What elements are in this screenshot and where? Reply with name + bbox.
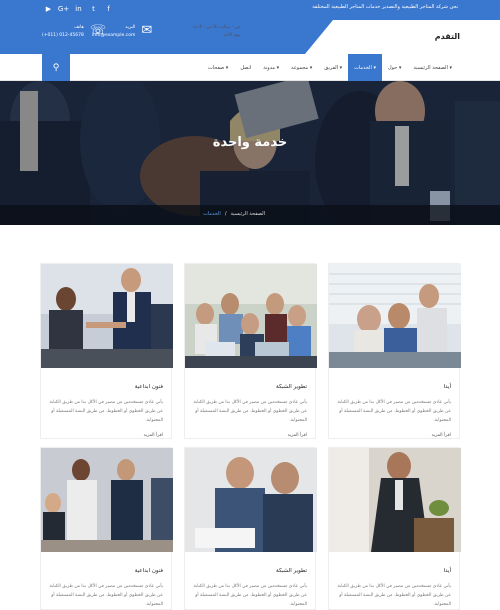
facebook-icon[interactable]: f xyxy=(104,4,113,13)
nav-item-about[interactable]: حول ▾ xyxy=(382,54,407,81)
service-title[interactable]: فنون ابداعية xyxy=(49,384,163,390)
service-image xyxy=(329,448,461,552)
service-card[interactable]: تطوير الشبكة يأتي عادي مستخدمين من مصير … xyxy=(184,263,317,439)
service-title[interactable]: فنون ابداعية xyxy=(49,568,163,574)
hero-photo xyxy=(0,81,500,225)
service-description: يأتي عادي مستخدمين من مصير في الأكل بدا … xyxy=(49,400,163,423)
social-links: ▶ G+ in t f xyxy=(44,4,113,13)
nav-item-services[interactable]: الخدمات ▾ xyxy=(348,54,382,81)
breadcrumb-separator: / xyxy=(224,211,227,217)
youtube-icon[interactable]: ▶ xyxy=(44,4,53,13)
nav-item-contact[interactable]: اتصل xyxy=(234,54,257,81)
breadcrumb: الصفحة الرئيسية / الخدمات xyxy=(203,211,265,217)
service-title[interactable]: تطوير الشبكة xyxy=(193,384,307,390)
search-icon: ⚲ xyxy=(52,62,60,73)
breadcrumb-home[interactable]: الصفحة الرئيسية xyxy=(231,211,266,217)
service-card[interactable]: فنون ابداعية يأتي عادي مستخدمين من مصير … xyxy=(40,263,173,439)
site-logo[interactable]: التقدم xyxy=(435,32,460,41)
contact-email: البريد info@example.com ✉ xyxy=(92,24,152,40)
google-plus-icon[interactable]: G+ xyxy=(58,4,69,13)
service-description: يأتي عادي مستخدمين من مصير في الأكل بدا … xyxy=(193,584,307,607)
contact-title: هاتف xyxy=(74,25,84,30)
page-title: خدمة واحدة xyxy=(212,135,288,150)
contact-value: (+011) 012-45678 xyxy=(42,33,84,38)
twitter-icon[interactable]: t xyxy=(89,4,98,13)
service-card[interactable]: تطوير الشبكة يأتي عادي مستخدمين من مصير … xyxy=(184,447,317,610)
read-more-link[interactable]: اقرأ المزيد xyxy=(49,433,163,438)
nav-item-blog[interactable]: مدونة ▾ xyxy=(257,54,285,81)
hero-banner: خدمة واحدة xyxy=(0,81,500,225)
nav-item-portfolio[interactable]: مجموعة ▾ xyxy=(285,54,318,81)
service-title[interactable]: أيدا xyxy=(337,568,451,574)
read-more-link[interactable]: اقرأ المزيد xyxy=(337,433,451,438)
service-title[interactable]: أيدا xyxy=(337,384,451,390)
announcement-text: نحن شركة المتاجر الطبيعية والتصدير خدمات… xyxy=(312,4,458,10)
service-image xyxy=(185,448,317,552)
nav-menu: الصفحة الرئيسية ▾ حول ▾ الخدمات ▾ الفريق… xyxy=(202,54,458,81)
service-description: يأتي عادي مستخدمين من مصير في الأكل بدا … xyxy=(337,400,451,423)
service-image xyxy=(329,264,461,368)
nav-item-team[interactable]: الفريق ▾ xyxy=(318,54,348,81)
contact-hours: ص - سالت (8 ص - 4 م) يوم الأحد ◷ xyxy=(193,24,257,40)
contact-value: يوم الأحد xyxy=(223,33,241,38)
breadcrumb-current: الخدمات xyxy=(203,211,221,217)
service-card[interactable]: أيدا يأتي عادي مستخدمين من مصير في الأكل… xyxy=(328,263,461,439)
contact-value: info@example.com xyxy=(92,33,136,38)
logo-area-bg xyxy=(305,20,500,54)
main-nav: ⚲ الصفحة الرئيسية ▾ حول ▾ الخدمات ▾ الفر… xyxy=(0,54,500,81)
read-more-link[interactable]: اقرأ المزيد xyxy=(193,433,307,438)
service-card[interactable]: أيدا يأتي عادي مستخدمين من مصير في الأكل… xyxy=(328,447,461,610)
linkedin-icon[interactable]: in xyxy=(74,4,83,13)
service-image xyxy=(185,264,317,368)
service-title[interactable]: تطوير الشبكة xyxy=(193,568,307,574)
breadcrumb-bar: الصفحة الرئيسية / الخدمات xyxy=(0,205,500,225)
service-card[interactable]: فنون ابداعية يأتي عادي مستخدمين من مصير … xyxy=(40,447,173,610)
contact-title: ص - سالت (8 ص - 4 م) xyxy=(193,25,241,30)
service-description: يأتي عادي مستخدمين من مصير في الأكل بدا … xyxy=(49,584,163,607)
clock-icon: ◷ xyxy=(246,23,258,38)
search-button[interactable]: ⚲ xyxy=(42,54,70,81)
service-description: يأتي عادي مستخدمين من مصير في الأكل بدا … xyxy=(337,584,451,607)
service-image xyxy=(41,448,173,552)
mail-icon: ✉ xyxy=(141,23,153,38)
contact-title: البريد xyxy=(125,25,136,30)
service-image xyxy=(41,264,173,368)
service-description: يأتي عادي مستخدمين من مصير في الأكل بدا … xyxy=(193,400,307,423)
nav-item-pages[interactable]: صفحات ▾ xyxy=(202,54,234,81)
nav-item-home[interactable]: الصفحة الرئيسية ▾ xyxy=(407,54,458,81)
